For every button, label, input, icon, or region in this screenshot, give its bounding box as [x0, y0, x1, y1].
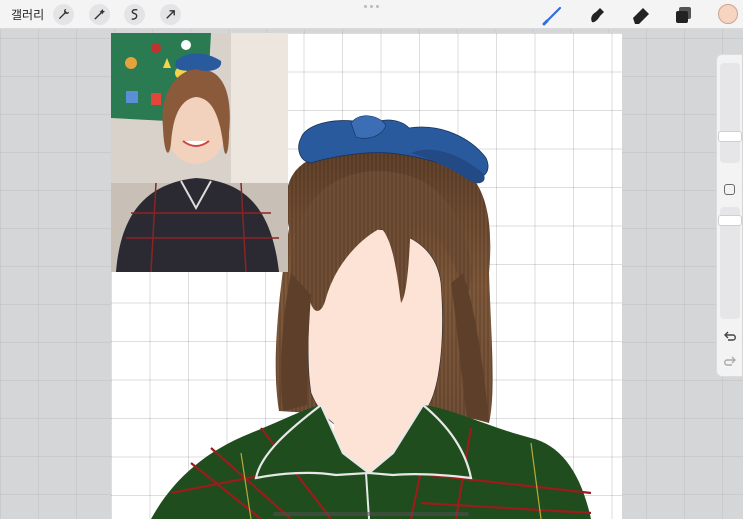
actions-button[interactable]	[53, 4, 74, 25]
side-toolbar	[716, 54, 742, 377]
reference-photo[interactable]	[111, 33, 288, 272]
redo-icon[interactable]	[723, 354, 737, 368]
magic-wand-icon	[94, 8, 106, 20]
adjustments-button[interactable]	[89, 4, 110, 25]
brush-icon[interactable]	[542, 4, 564, 26]
opacity-thumb[interactable]	[718, 215, 742, 226]
wrench-icon	[58, 8, 70, 20]
top-toolbar: 갤러리	[0, 0, 743, 29]
brush-size-thumb[interactable]	[718, 131, 742, 142]
selection-icon	[131, 9, 138, 20]
layers-icon[interactable]	[673, 4, 695, 26]
transform-button[interactable]	[160, 4, 181, 25]
color-picker-button[interactable]	[718, 4, 738, 24]
brush-size-slider[interactable]	[720, 63, 740, 163]
drag-handle[interactable]	[364, 5, 380, 9]
transform-arrow-icon	[166, 10, 175, 19]
selection-button[interactable]	[124, 4, 145, 25]
gallery-button[interactable]: 갤러리	[11, 6, 44, 23]
smudge-icon[interactable]	[586, 4, 608, 26]
eraser-icon[interactable]	[630, 4, 652, 26]
undo-icon[interactable]	[723, 329, 737, 343]
modify-button[interactable]	[724, 184, 735, 195]
home-indicator	[273, 512, 469, 516]
